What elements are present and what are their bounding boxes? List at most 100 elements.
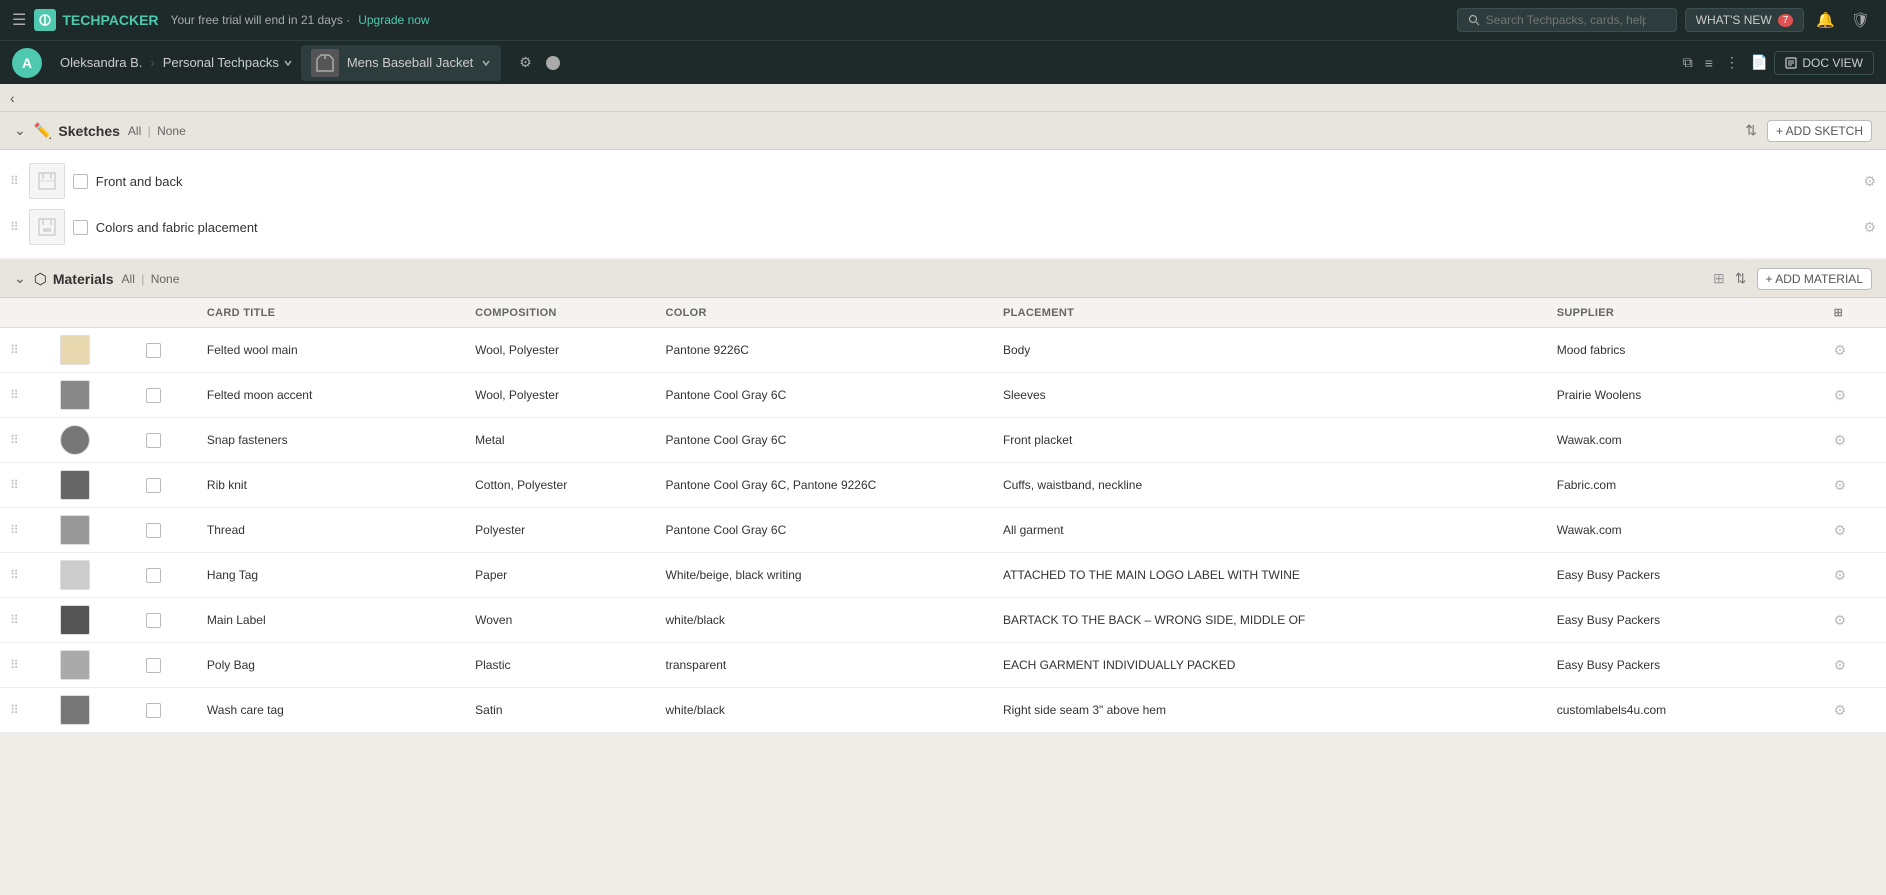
material-gear-cell[interactable]: ⚙ <box>1824 373 1886 418</box>
sketches-filter-all[interactable]: All <box>128 124 141 138</box>
sketches-title: Sketches <box>58 123 119 139</box>
material-checkbox[interactable] <box>146 388 161 403</box>
add-material-button[interactable]: + ADD MATERIAL <box>1757 268 1872 290</box>
sketches-toggle-icon[interactable]: ⌄ <box>14 122 26 139</box>
drag-handle-cell[interactable]: ⠿ <box>0 553 50 598</box>
drag-handle-icon[interactable]: ⠿ <box>10 174 19 188</box>
breadcrumb-user[interactable]: Oleksandra B. <box>52 55 150 70</box>
add-sketch-button[interactable]: + ADD SKETCH <box>1767 120 1872 142</box>
copy-icon[interactable]: ⧉ <box>1677 54 1699 71</box>
material-settings-icon[interactable]: ⚙ <box>1834 702 1847 719</box>
material-checkbox[interactable] <box>146 433 161 448</box>
materials-filter-none[interactable]: None <box>151 272 180 286</box>
sketch-gear-icon-1[interactable]: ⚙ <box>1863 173 1876 190</box>
material-gear-cell[interactable]: ⚙ <box>1824 328 1886 373</box>
doc-view-button[interactable]: DOC VIEW <box>1774 51 1874 75</box>
material-check-cell[interactable] <box>136 373 197 418</box>
shield-icon[interactable]: 🛡 <box>1847 11 1874 29</box>
sketch-checkbox-1[interactable] <box>73 174 88 189</box>
material-check-cell[interactable] <box>136 418 197 463</box>
material-check-cell[interactable] <box>136 688 197 733</box>
material-check-cell[interactable] <box>136 598 197 643</box>
drag-handle-cell[interactable]: ⠿ <box>0 688 50 733</box>
material-thumbnail <box>60 650 90 680</box>
drag-handle-cell[interactable]: ⠿ <box>0 373 50 418</box>
materials-sort-icon[interactable]: ⇅ <box>1735 270 1747 287</box>
material-thumbnail <box>60 335 90 365</box>
material-checkbox[interactable] <box>146 658 161 673</box>
material-settings-icon[interactable]: ⚙ <box>1834 567 1847 584</box>
material-thumb-cell <box>50 418 137 463</box>
collapse-toggle-icon[interactable]: ‹ <box>10 90 15 106</box>
col-card-title-header: Card Title <box>197 298 465 328</box>
drag-handle-cell[interactable]: ⠿ <box>0 328 50 373</box>
material-settings-icon[interactable]: ⚙ <box>1834 522 1847 539</box>
settings-gear-icon[interactable]: ⚙ <box>513 54 538 71</box>
material-composition-cell: Wool, Polyester <box>465 373 655 418</box>
hamburger-menu-icon[interactable]: ☰ <box>12 10 26 30</box>
material-settings-icon[interactable]: ⚙ <box>1834 342 1847 359</box>
material-checkbox[interactable] <box>146 523 161 538</box>
sketches-filter-none[interactable]: None <box>157 124 186 138</box>
drag-handle-cell[interactable]: ⠿ <box>0 508 50 553</box>
whats-new-button[interactable]: WHAT'S NEW 7 <box>1685 8 1805 32</box>
material-checkbox[interactable] <box>146 568 161 583</box>
materials-toggle-icon[interactable]: ⌄ <box>14 270 26 287</box>
material-checkbox[interactable] <box>146 343 161 358</box>
material-checkbox[interactable] <box>146 613 161 628</box>
material-color-cell: white/black <box>656 598 993 643</box>
material-thumb-cell <box>50 328 137 373</box>
material-gear-cell[interactable]: ⚙ <box>1824 463 1886 508</box>
material-gear-cell[interactable]: ⚙ <box>1824 418 1886 463</box>
material-gear-cell[interactable]: ⚙ <box>1824 553 1886 598</box>
file-icon[interactable]: 📄 <box>1745 54 1774 71</box>
search-input[interactable] <box>1486 13 1646 27</box>
material-settings-icon[interactable]: ⚙ <box>1834 432 1847 449</box>
material-check-cell[interactable] <box>136 463 197 508</box>
sketches-sort-icon[interactable]: ⇅ <box>1745 122 1757 139</box>
material-gear-cell[interactable]: ⚙ <box>1824 598 1886 643</box>
material-checkbox[interactable] <box>146 478 161 493</box>
sketch-gear-icon-2[interactable]: ⚙ <box>1863 219 1876 236</box>
material-gear-cell[interactable]: ⚙ <box>1824 643 1886 688</box>
upgrade-link[interactable]: Upgrade now <box>358 13 429 27</box>
drag-handle-icon-2[interactable]: ⠿ <box>10 220 19 234</box>
section-collapse-bar: ‹ <box>0 84 1886 112</box>
material-thumbnail <box>60 380 90 410</box>
breadcrumb-techpacks[interactable]: Personal Techpacks <box>155 55 301 70</box>
more-options-icon[interactable]: ⋮ <box>1719 54 1745 71</box>
materials-table-container: Card Title Composition Color Placement S… <box>0 298 1886 733</box>
material-settings-icon[interactable]: ⚙ <box>1834 477 1847 494</box>
material-color-cell: White/beige, black writing <box>656 553 993 598</box>
drag-handle-cell[interactable]: ⠿ <box>0 418 50 463</box>
drag-handle-cell[interactable]: ⠿ <box>0 598 50 643</box>
table-row: ⠿ Felted moon accent Wool, Polyester Pan… <box>0 373 1886 418</box>
search-icon <box>1468 14 1480 26</box>
material-gear-cell[interactable]: ⚙ <box>1824 688 1886 733</box>
material-settings-icon[interactable]: ⚙ <box>1834 657 1847 674</box>
material-check-cell[interactable] <box>136 328 197 373</box>
filter-icon[interactable]: ≡ <box>1699 55 1719 71</box>
material-checkbox[interactable] <box>146 703 161 718</box>
material-settings-icon[interactable]: ⚙ <box>1834 387 1847 404</box>
material-thumb-cell <box>50 688 137 733</box>
material-settings-icon[interactable]: ⚙ <box>1834 612 1847 629</box>
sketches-filters: All | None <box>128 124 186 138</box>
columns-toggle-icon[interactable]: ⊞ <box>1834 307 1844 319</box>
material-gear-cell[interactable]: ⚙ <box>1824 508 1886 553</box>
drag-handle-cell[interactable]: ⠿ <box>0 643 50 688</box>
materials-table: Card Title Composition Color Placement S… <box>0 298 1886 733</box>
material-placement-cell: Right side seam 3" above hem <box>993 688 1547 733</box>
material-check-cell[interactable] <box>136 553 197 598</box>
drag-handle-cell[interactable]: ⠿ <box>0 463 50 508</box>
sketches-list: ⠿ Front and back ⚙ ⠿ Colors and fabric p… <box>0 150 1886 258</box>
material-check-cell[interactable] <box>136 643 197 688</box>
global-search[interactable] <box>1457 8 1677 32</box>
materials-columns-icon[interactable]: ⊞ <box>1713 270 1725 287</box>
notification-bell-icon[interactable]: 🔔 <box>1812 11 1839 29</box>
materials-filter-all[interactable]: All <box>122 272 135 286</box>
col-thumb-header <box>50 298 137 328</box>
material-thumb-cell <box>50 508 137 553</box>
material-check-cell[interactable] <box>136 508 197 553</box>
sketch-checkbox-2[interactable] <box>73 220 88 235</box>
